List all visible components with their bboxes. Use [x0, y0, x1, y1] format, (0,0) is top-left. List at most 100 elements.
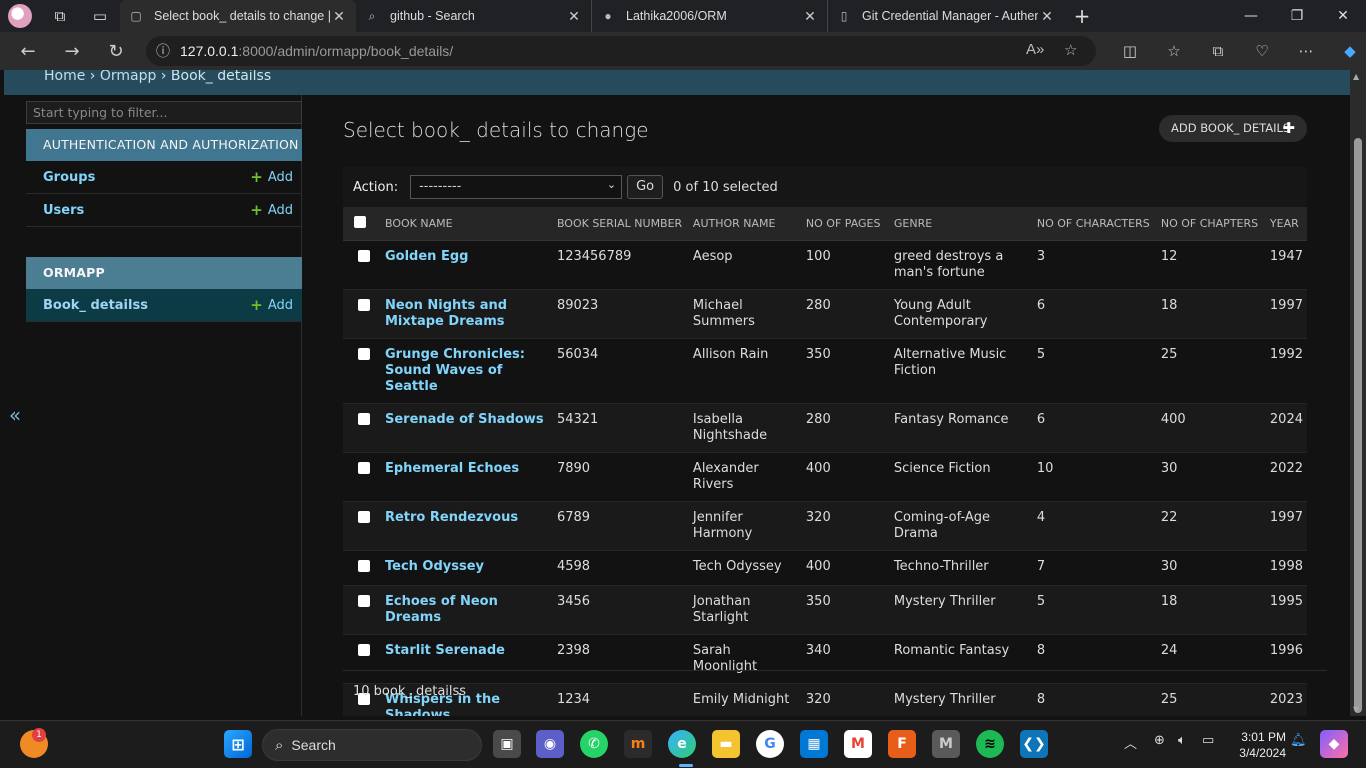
minimize-icon[interactable]: — — [1228, 0, 1274, 32]
book-name-link[interactable]: Serenade of Shadows — [385, 412, 544, 427]
split-screen-icon[interactable]: ◫ — [1108, 32, 1152, 70]
row-checkbox[interactable] — [358, 643, 370, 656]
restore-icon[interactable]: ❐ — [1274, 0, 1320, 32]
url-bar[interactable]: ⓘ 127.0.0.1:8000/admin/ormapp/book_detai… — [146, 36, 1096, 66]
scrollbar-thumb[interactable] — [1354, 138, 1362, 713]
sidebar-item-label[interactable]: Book_ detailss — [43, 298, 148, 313]
scroll-down-icon[interactable]: ▼ — [1353, 705, 1359, 714]
add-book-details-link[interactable]: + Add — [250, 296, 293, 314]
close-tab-icon[interactable]: ✕ — [1038, 8, 1056, 25]
tab-actions-icon[interactable]: ▭ — [80, 0, 120, 32]
sidebar-item-label[interactable]: Users — [43, 203, 84, 218]
module-title[interactable]: AUTHENTICATION AND AUTHORIZATION — [26, 129, 302, 161]
row-checkbox[interactable] — [358, 249, 370, 262]
favorites-icon[interactable]: ☆ — [1152, 32, 1196, 70]
column-header[interactable]: NO OF CHAPTERS — [1156, 207, 1266, 241]
copilot-taskbar-icon[interactable]: ◆ — [1320, 730, 1348, 758]
table-cell: Neon Nights and Mixtape Dreams — [380, 289, 553, 339]
close-tab-icon[interactable]: ✕ — [801, 8, 819, 25]
breadcrumb-home[interactable]: Home — [44, 70, 85, 83]
breadcrumb-app[interactable]: Ormapp — [100, 70, 157, 83]
book-name-link[interactable]: Grunge Chronicles: Sound Waves of Seattl… — [385, 347, 525, 394]
row-checkbox[interactable] — [358, 461, 370, 474]
column-header[interactable]: AUTHOR NAME — [688, 207, 802, 241]
back-icon[interactable]: ← — [6, 32, 50, 70]
row-checkbox[interactable] — [358, 594, 370, 607]
close-window-icon[interactable]: ✕ — [1320, 0, 1366, 32]
add-book-details-button[interactable]: ADD BOOK_ DETAILS ✚ — [1159, 115, 1307, 142]
chevron-up-icon[interactable]: ︿ — [1124, 733, 1137, 752]
row-checkbox[interactable] — [358, 510, 370, 523]
close-tab-icon[interactable]: ✕ — [330, 8, 348, 25]
network-icon[interactable]: ⊕ — [1154, 733, 1165, 748]
column-header[interactable]: NO OF CHARACTERS — [1032, 207, 1157, 241]
row-checkbox[interactable] — [358, 559, 370, 572]
book-name-link[interactable]: Echoes of Neon Dreams — [385, 594, 498, 625]
paginator: 10 book_ detailss — [343, 670, 1327, 712]
sidebar-filter-input[interactable]: Start typing to filter... — [26, 101, 302, 124]
workspaces-icon[interactable]: ⧉ — [40, 0, 80, 32]
task-view-icon[interactable]: ▣ — [493, 730, 521, 758]
page-scrollbar[interactable]: ▲ ▼ — [1350, 70, 1366, 716]
tab-github-search[interactable]: ⌕ github - Search ✕ — [356, 0, 592, 32]
fiddler-icon[interactable]: F — [888, 730, 916, 758]
sidebar-item-label[interactable]: Groups — [43, 170, 95, 185]
column-header[interactable]: NO OF PAGES — [801, 207, 890, 241]
action-select[interactable]: --------- ⌄ — [410, 175, 623, 199]
gmail-icon[interactable]: M — [844, 730, 872, 758]
taskbar-clock[interactable]: 3:01 PM 3/4/2024 — [1228, 729, 1286, 761]
more-menu-icon[interactable]: ⋯ — [1284, 32, 1328, 70]
book-name-link[interactable]: Retro Rendezvous — [385, 510, 518, 525]
browser-essentials-icon[interactable]: ♡ — [1240, 32, 1284, 70]
refresh-icon[interactable]: ↻ — [94, 32, 138, 70]
read-aloud-icon[interactable]: A» — [1026, 41, 1044, 58]
book-name-link[interactable]: Golden Egg — [385, 249, 468, 264]
select-all-checkbox[interactable] — [354, 216, 366, 229]
volume-icon[interactable]: 🔈︎ — [1178, 733, 1186, 748]
vscode-icon[interactable]: ❮❯ — [1020, 730, 1048, 758]
windows-start-icon[interactable]: ⊞ — [224, 730, 252, 758]
file-explorer-icon[interactable]: ▬ — [712, 730, 740, 758]
forward-icon[interactable]: → — [50, 32, 94, 70]
app-m-icon[interactable]: M — [932, 730, 960, 758]
book-name-link[interactable]: Neon Nights and Mixtape Dreams — [385, 298, 507, 329]
moodle-icon[interactable]: m — [624, 730, 652, 758]
profile-avatar[interactable] — [0, 0, 40, 32]
tab-active[interactable]: ▢ Select book_ details to change | Dj ✕ — [120, 0, 356, 32]
favorite-star-icon[interactable]: ☆ — [1064, 41, 1077, 59]
book-name-link[interactable]: Tech Odyssey — [385, 559, 484, 574]
battery-icon[interactable]: ▭ — [1202, 733, 1214, 748]
scroll-up-icon[interactable]: ▲ — [1353, 72, 1359, 81]
microsoft-store-icon[interactable]: ▦ — [800, 730, 828, 758]
spotify-icon[interactable]: ≋ — [976, 730, 1004, 758]
column-header[interactable]: BOOK NAME — [380, 207, 553, 241]
row-checkbox[interactable] — [358, 347, 370, 360]
book-name-link[interactable]: Starlit Serenade — [385, 643, 505, 658]
whatsapp-icon[interactable]: ✆ — [580, 730, 608, 758]
tab-git-credential[interactable]: ▯ Git Credential Manager - Authen ✕ — [828, 0, 1064, 32]
book-name-link[interactable]: Ephemeral Echoes — [385, 461, 519, 476]
column-header[interactable]: YEAR — [1265, 207, 1307, 241]
add-users-link[interactable]: + Add — [250, 201, 293, 219]
close-tab-icon[interactable]: ✕ — [565, 8, 583, 25]
table-row: Serenade of Shadows 54321 Isabella Nightsh… — [343, 403, 1307, 453]
teams-meet-icon[interactable]: ◉ — [536, 730, 564, 758]
collections-icon[interactable]: ⧉ — [1196, 32, 1240, 70]
column-header[interactable]: GENRE — [889, 207, 1033, 241]
go-button[interactable]: Go — [627, 175, 664, 199]
page-icon: ▯ — [840, 9, 848, 23]
edge-icon[interactable]: e — [668, 730, 696, 758]
row-checkbox[interactable] — [358, 298, 370, 311]
row-checkbox[interactable] — [358, 412, 370, 425]
google-chrome-icon[interactable]: G — [756, 730, 784, 758]
column-header[interactable]: BOOK SERIAL NUMBER — [552, 207, 689, 241]
new-tab-button[interactable]: + — [1064, 0, 1100, 32]
bell-icon[interactable]: 🔔︎ — [1290, 733, 1307, 748]
taskbar-search[interactable]: ⌕ Search — [262, 729, 482, 761]
copilot-icon[interactable]: ◆ — [1328, 32, 1366, 70]
site-info-icon[interactable]: ⓘ — [146, 41, 180, 61]
tab-github-repo[interactable]: ● Lathika2006/ORM ✕ — [592, 0, 828, 32]
module-title[interactable]: ORMAPP — [26, 257, 302, 289]
add-groups-link[interactable]: + Add — [250, 168, 293, 186]
collapse-sidebar-button[interactable]: « — [4, 403, 26, 427]
